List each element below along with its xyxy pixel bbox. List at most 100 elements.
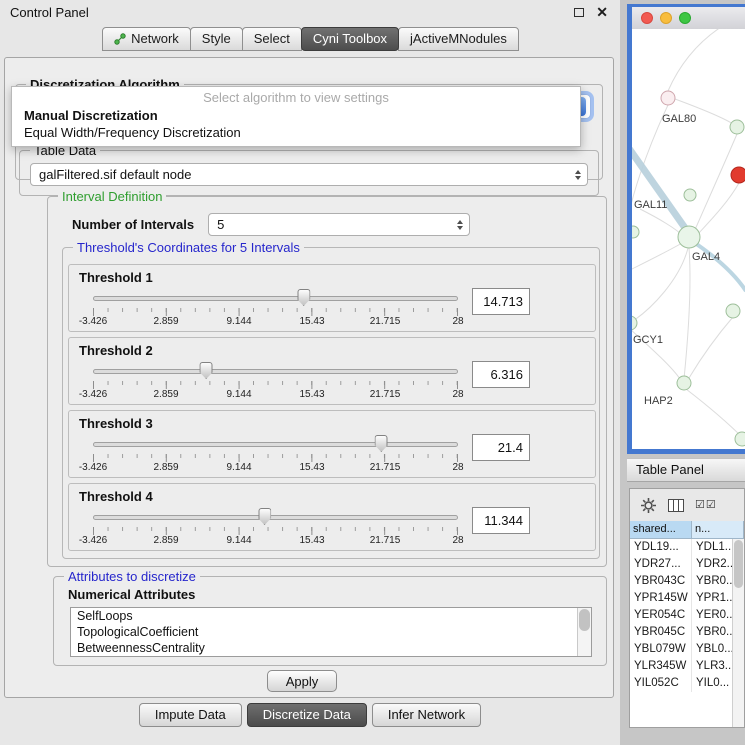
scale-label: -3.426 <box>79 316 107 327</box>
threshold-4-slider[interactable]: -3.4262.8599.14415.4321.71528 <box>93 507 458 549</box>
tab-infer-network[interactable]: Infer Network <box>372 703 481 727</box>
threshold-2-slider[interactable]: -3.4262.8599.14415.4321.71528 <box>93 361 458 403</box>
table-data-select[interactable]: galFiltered.sif default node <box>30 163 588 186</box>
node-label-gal4[interactable]: GAL4 <box>692 251 720 263</box>
tab-style[interactable]: Style <box>190 27 243 51</box>
scrollbar-thumb[interactable] <box>579 609 590 631</box>
tab-cyni-toolbox[interactable]: Cyni Toolbox <box>301 27 399 51</box>
table-header-row: shared... n... <box>630 521 744 539</box>
table-row[interactable]: YPR145WYPR1... <box>630 590 744 607</box>
table-panel-header[interactable]: Table Panel <box>627 458 745 482</box>
network-view-window: GAL80 GAL11 GAL4 GCY1 HAP2 <box>627 4 745 454</box>
float-window-icon[interactable] <box>574 8 584 17</box>
threshold-4-value[interactable]: 11.344 <box>472 507 530 534</box>
tab-jactivemnodules[interactable]: jActiveMNodules <box>398 27 519 51</box>
control-panel-window: Control Panel ✕ Network Style Select Cyn… <box>0 0 620 745</box>
slider-scale: -3.4262.8599.14415.4321.71528 <box>93 462 458 474</box>
network-icon <box>114 33 126 45</box>
scale-label: 28 <box>452 535 463 546</box>
group-title: Threshold's Coordinates for 5 Intervals <box>73 240 304 255</box>
table-rows: YDL19...YDL1...YDR27...YDR2...YBR043CYBR… <box>630 539 744 692</box>
list-item-betweennesscentrality[interactable]: BetweennessCentrality <box>71 640 591 656</box>
threshold-2-value[interactable]: 6.316 <box>472 361 530 388</box>
threshold-4-panel: Threshold 4 -3.4262.8599.14415.4321.7152… <box>68 483 596 551</box>
threshold-3-slider[interactable]: -3.4262.8599.14415.4321.71528 <box>93 434 458 476</box>
numerical-attributes-label: Numerical Attributes <box>68 587 195 602</box>
slider-thumb[interactable] <box>200 362 213 379</box>
scale-label: 2.859 <box>153 316 178 327</box>
slider-thumb[interactable] <box>375 435 388 452</box>
tab-impute-data[interactable]: Impute Data <box>139 703 242 727</box>
tab-select[interactable]: Select <box>242 27 302 51</box>
scale-label: 15.43 <box>299 389 324 400</box>
scrollbar-thumb[interactable] <box>734 540 743 588</box>
threshold-1-value[interactable]: 14.713 <box>472 288 530 315</box>
window-title: Control Panel <box>10 5 89 20</box>
cell-shared-name: YER054C <box>630 607 692 624</box>
column-header-name[interactable]: n... <box>692 521 744 539</box>
close-icon[interactable]: ✕ <box>596 5 608 19</box>
scale-label: 15.43 <box>299 316 324 327</box>
node-label-gcy1[interactable]: GCY1 <box>633 334 663 346</box>
scale-label: 9.144 <box>226 316 251 327</box>
scale-label: -3.426 <box>79 389 107 400</box>
threshold-1-slider[interactable]: -3.4262.8599.14415.4321.71528 <box>93 288 458 330</box>
dropdown-option-equal-width-frequency[interactable]: Equal Width/Frequency Discretization <box>12 124 580 141</box>
tab-discretize-data[interactable]: Discretize Data <box>247 703 367 727</box>
table-row[interactable]: YDR27...YDR2... <box>630 556 744 573</box>
scale-label: 9.144 <box>226 389 251 400</box>
threshold-3-value[interactable]: 21.4 <box>472 434 530 461</box>
scale-label: 15.43 <box>299 535 324 546</box>
gear-icon[interactable] <box>640 497 657 514</box>
zoom-traffic-light[interactable] <box>679 12 691 24</box>
slider-thumb[interactable] <box>297 289 310 306</box>
network-canvas[interactable]: GAL80 GAL11 GAL4 GCY1 HAP2 <box>632 29 745 449</box>
scale-label: 15.43 <box>299 462 324 473</box>
cell-shared-name: YBR043C <box>630 573 692 590</box>
combo-arrows-icon <box>457 220 465 230</box>
apply-button[interactable]: Apply <box>267 670 337 692</box>
cell-shared-name: YIL052C <box>630 675 692 692</box>
slider-rail <box>93 442 458 447</box>
close-traffic-light[interactable] <box>641 12 653 24</box>
slider-thumb[interactable] <box>258 508 271 525</box>
table-row[interactable]: YDL19...YDL1... <box>630 539 744 556</box>
scale-label: 9.144 <box>226 535 251 546</box>
threshold-2-label: Threshold 2 <box>79 343 153 358</box>
slider-scale: -3.4262.8599.14415.4321.71528 <box>93 535 458 547</box>
numerical-attributes-list: SelfLoops TopologicalCoefficient Between… <box>70 607 592 657</box>
scale-label: 9.144 <box>226 462 251 473</box>
node-label-gal11[interactable]: GAL11 <box>634 199 667 211</box>
tab-network[interactable]: Network <box>102 27 191 51</box>
dropdown-option-manual-discretization[interactable]: Manual Discretization <box>12 107 580 124</box>
table-row[interactable]: YER054CYER0... <box>630 607 744 624</box>
cell-shared-name: YBL079W <box>630 641 692 658</box>
node-label-hap2[interactable]: HAP2 <box>644 395 673 407</box>
table-row[interactable]: YLR345WYLR3... <box>630 658 744 675</box>
slider-ticks <box>93 454 458 462</box>
table-scrollbar[interactable] <box>732 539 744 727</box>
number-of-intervals-select[interactable]: 5 <box>208 213 470 236</box>
node-table: shared... n... YDL19...YDL1...YDR27...YD… <box>630 521 744 727</box>
threshold-1-panel: Threshold 1 -3.4262.8599.14415.4321.7152… <box>68 264 596 332</box>
table-row[interactable]: YBL079WYBL0... <box>630 641 744 658</box>
scale-label: 2.859 <box>153 462 178 473</box>
minimize-traffic-light[interactable] <box>660 12 672 24</box>
list-item-topologicalcoefficient[interactable]: TopologicalCoefficient <box>71 624 591 640</box>
table-row[interactable]: YBR045CYBR0... <box>630 624 744 641</box>
slider-rail <box>93 515 458 520</box>
column-header-shared-name[interactable]: shared... <box>630 521 692 539</box>
table-row[interactable]: YBR043CYBR0... <box>630 573 744 590</box>
table-browser-window: ☑☑ shared... n... YDL19...YDL1...YDR27..… <box>629 488 745 728</box>
list-scrollbar[interactable] <box>577 608 591 656</box>
node-label-gal80[interactable]: GAL80 <box>662 113 696 125</box>
threshold-4-label: Threshold 4 <box>79 489 153 504</box>
table-row[interactable]: YIL052CYIL0... <box>630 675 744 692</box>
control-panel-titlebar: Control Panel ✕ <box>0 0 620 24</box>
select-columns-icon[interactable] <box>668 499 684 512</box>
group-title: Interval Definition <box>58 189 166 204</box>
network-window-titlebar[interactable] <box>632 7 745 29</box>
threshold-3-label: Threshold 3 <box>79 416 153 431</box>
row-selection-icons[interactable]: ☑☑ <box>695 500 717 511</box>
list-item-selfloops[interactable]: SelfLoops <box>71 608 591 624</box>
